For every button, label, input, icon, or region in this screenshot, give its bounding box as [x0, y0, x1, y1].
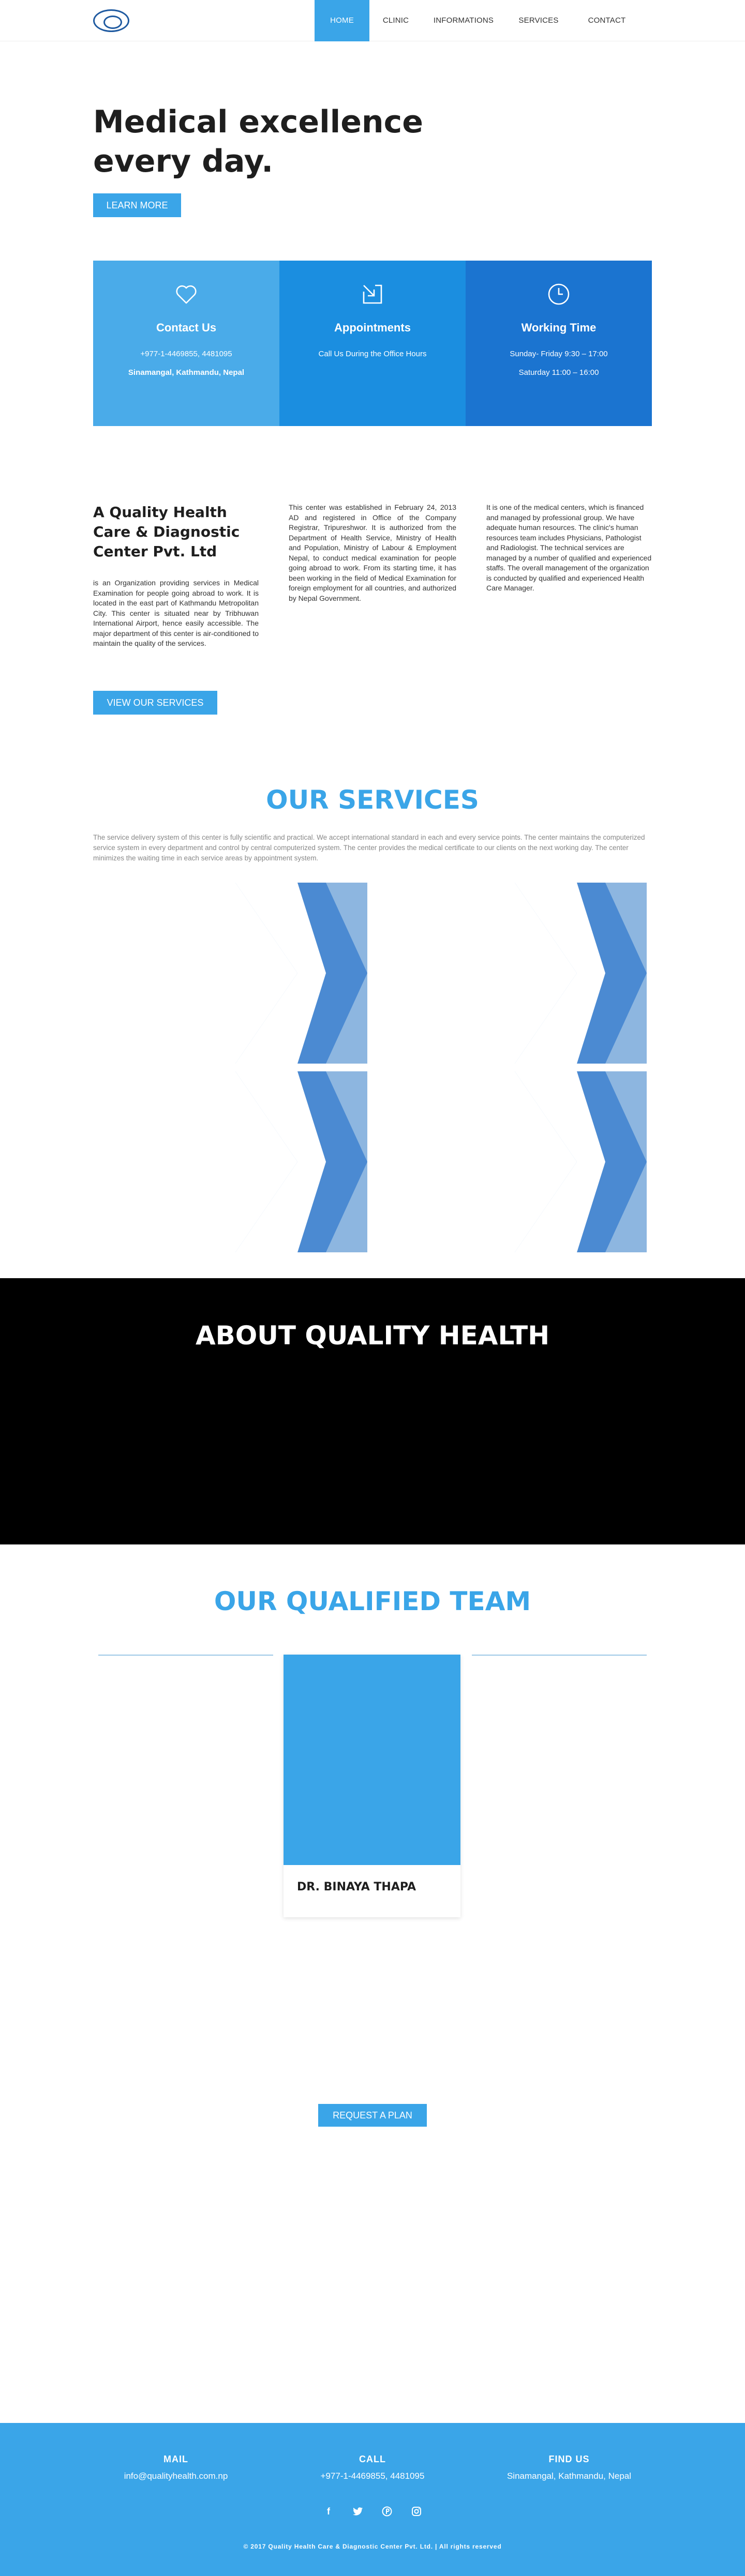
footer-call-heading: CALL	[359, 2454, 386, 2464]
working-time-weekdays: Sunday- Friday 9:30 – 17:00	[510, 350, 608, 358]
footer: MAIL info@qualityhealth.com.np CALL +977…	[0, 2423, 745, 2576]
about-paragraph-2: This center was established in February …	[289, 503, 456, 602]
view-services-button[interactable]: VIEW OUR SERVICES	[93, 691, 217, 715]
nav-item-clinic[interactable]: CLINIC	[369, 0, 422, 41]
about-banner-title: ABOUT QUALITY HEALTH	[195, 1321, 550, 1351]
pinterest-icon[interactable]	[379, 2504, 395, 2519]
about-paragraph-3: It is one of the medical centers, which …	[486, 503, 652, 592]
team-member-name: DR. BINAYA THAPA	[297, 1881, 416, 1893]
facebook-icon[interactable]: f	[321, 2504, 336, 2519]
nav-item-services[interactable]: SERVICES	[505, 0, 572, 41]
clock-icon	[548, 283, 570, 305]
footer-call-number[interactable]: +977-1-4469855, 4481095	[269, 2471, 476, 2481]
heart-icon	[176, 285, 197, 304]
about-paragraph-1: is an Organization providing services in…	[93, 579, 259, 647]
service-card[interactable]	[235, 883, 367, 1064]
twitter-icon[interactable]	[350, 2504, 366, 2519]
instagram-icon[interactable]	[409, 2504, 424, 2519]
hero-title: Medical excellence every day.	[93, 104, 423, 179]
team-member-card[interactable]: DR. BINAYA THAPA	[284, 1655, 460, 1917]
team-member-photo	[284, 1655, 460, 1865]
working-time-title: Working Time	[521, 321, 597, 334]
main-menu: HOME CLINIC INFORMATIONS SERVICES CONTAC…	[315, 0, 642, 41]
appointments-text: Call Us During the Office Hours	[318, 350, 427, 358]
service-card[interactable]	[515, 883, 647, 1064]
services-title: OUR SERVICES	[266, 785, 479, 815]
service-card[interactable]	[235, 1071, 367, 1252]
team-title: OUR QUALIFIED TEAM	[214, 1586, 531, 1616]
nav-item-home[interactable]: HOME	[315, 0, 369, 41]
request-plan-button[interactable]: REQUEST A PLAN	[318, 2104, 427, 2127]
contact-phone: +977-1-4469855, 4481095	[140, 350, 232, 358]
footer-mail: MAIL info@qualityhealth.com.np	[72, 2454, 279, 2481]
footer-mail-heading: MAIL	[163, 2454, 188, 2464]
nav-item-informations[interactable]: INFORMATIONS	[422, 0, 505, 41]
working-time-box: Working Time Sunday- Friday 9:30 – 17:00…	[466, 261, 652, 426]
service-card[interactable]	[515, 1071, 647, 1252]
appointment-icon	[363, 284, 382, 304]
team-divider-right	[472, 1655, 647, 1656]
footer-mail-link[interactable]: info@qualityhealth.com.np	[72, 2471, 279, 2481]
copyright-text: © 2017 Quality Health Care & Diagnostic …	[243, 2543, 502, 2550]
top-navbar: HOME CLINIC INFORMATIONS SERVICES CONTAC…	[0, 0, 745, 41]
working-time-saturday: Saturday 11:00 – 16:00	[518, 368, 599, 377]
social-links: f	[321, 2504, 424, 2519]
footer-find-us-heading: FIND US	[548, 2454, 590, 2464]
footer-call: CALL +977-1-4469855, 4481095	[269, 2454, 476, 2481]
appointments-title: Appointments	[334, 321, 411, 334]
services-intro: The service delivery system of this cent…	[93, 834, 645, 862]
contact-address: Sinamangal, Kathmandu, Nepal	[128, 368, 245, 377]
learn-more-button[interactable]: LEARN MORE	[93, 193, 181, 217]
footer-find-us: FIND US Sinamangal, Kathmandu, Nepal	[466, 2454, 673, 2481]
footer-address: Sinamangal, Kathmandu, Nepal	[506, 2471, 632, 2481]
about-heading: A Quality Health Care & Diagnostic Cente…	[93, 504, 240, 560]
clinic-logo[interactable]	[93, 9, 129, 32]
about-banner: ABOUT QUALITY HEALTH	[0, 1278, 745, 1544]
team-divider-left	[98, 1655, 273, 1656]
contact-us-title: Contact Us	[156, 321, 217, 334]
appointments-box: Appointments Call Us During the Office H…	[279, 261, 466, 426]
contact-us-box: Contact Us +977-1-4469855, 4481095 Sinam…	[93, 261, 279, 426]
nav-item-contact[interactable]: CONTACT	[572, 0, 642, 41]
